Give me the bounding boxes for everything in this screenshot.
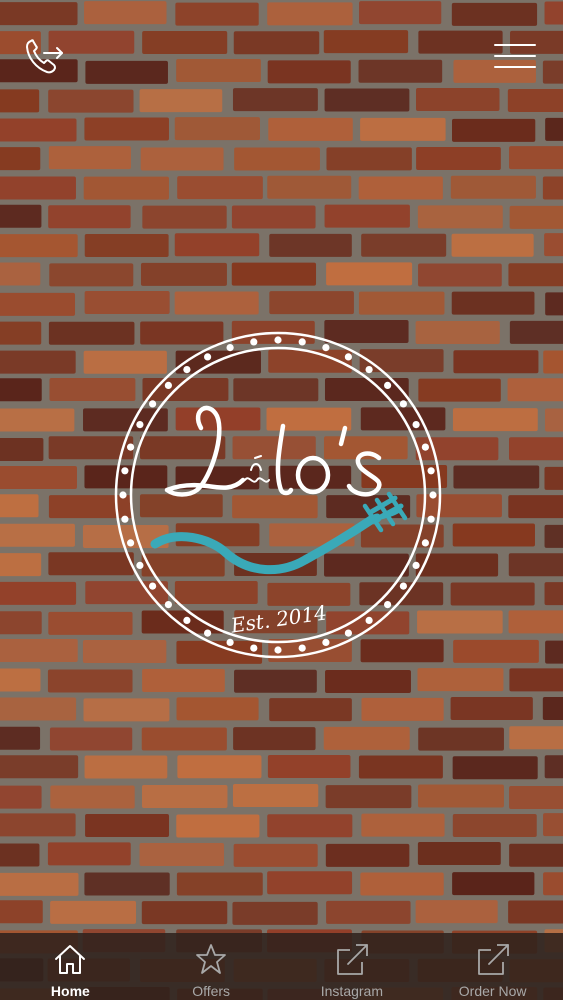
phone-outgoing-icon [26,39,63,74]
tab-order-now[interactable]: Order Now [422,933,563,1000]
star-icon [193,941,229,977]
call-button[interactable] [22,34,70,78]
external-link-icon [475,941,511,977]
menu-line [494,44,536,46]
tab-label: Offers [192,983,231,999]
bottom-tab-bar: Home Offers Instagram Order Now [0,933,563,1000]
tab-label: Order Now [458,983,527,999]
tab-home[interactable]: Home [0,933,141,1000]
logo-emblem: Est. 2014 [114,331,442,659]
tab-label: Instagram [320,983,383,999]
external-link-icon [334,941,370,977]
menu-line [494,66,536,68]
house-icon [52,941,88,977]
menu-line [494,55,536,57]
home-screen: Est. 2014 Home Offers Instagram Order No… [0,0,563,1000]
top-bar [0,0,563,100]
tab-instagram[interactable]: Instagram [282,933,423,1000]
tab-offers[interactable]: Offers [141,933,282,1000]
tab-label: Home [50,983,90,999]
hamburger-menu-icon[interactable] [488,36,542,76]
restaurant-logo: Est. 2014 [113,330,443,660]
established-text: Est. 2014 [228,600,328,637]
